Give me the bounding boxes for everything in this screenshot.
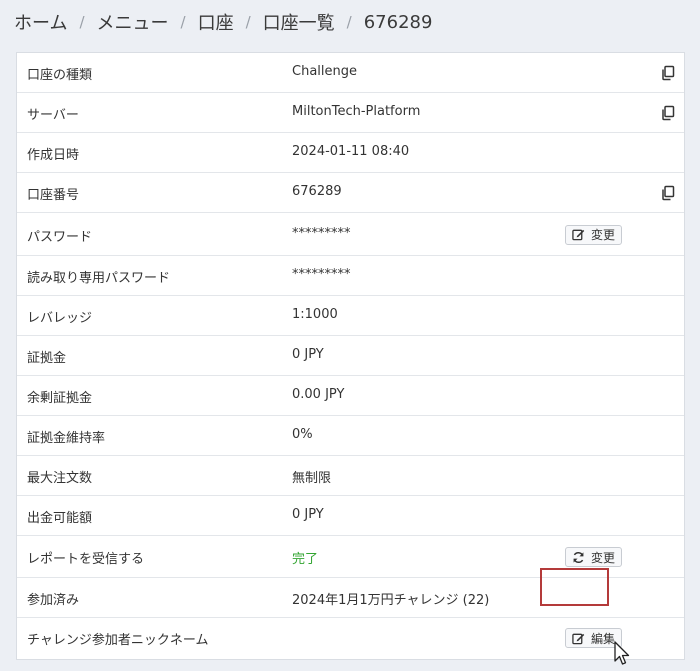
row-label: 口座番号 bbox=[27, 188, 80, 203]
breadcrumb-account-list[interactable]: 口座一覧 bbox=[263, 9, 335, 35]
row-value: 0 JPY bbox=[292, 507, 324, 522]
row-label: パスワード bbox=[27, 229, 93, 245]
breadcrumb-account[interactable]: 口座 bbox=[198, 9, 234, 35]
table-row: 出金可能額 0 JPY bbox=[17, 496, 684, 536]
breadcrumb-separator: / bbox=[180, 13, 186, 31]
table-row: 証拠金 0 JPY bbox=[17, 336, 684, 376]
table-row: 作成日時 2024-01-11 08:40 bbox=[17, 133, 684, 173]
row-label: 証拠金維持率 bbox=[27, 431, 106, 446]
table-row: サーバー MiltonTech-Platform bbox=[17, 93, 684, 133]
copy-icon[interactable] bbox=[660, 185, 676, 201]
change-button[interactable]: 変更 bbox=[565, 224, 623, 245]
row-value: ********* bbox=[292, 225, 351, 241]
row-label: レバレッジ bbox=[27, 311, 93, 326]
table-row: 証拠金維持率 0% bbox=[17, 416, 684, 456]
row-value: 0.00 JPY bbox=[292, 387, 345, 402]
table-row: 余剰証拠金 0.00 JPY bbox=[17, 376, 684, 416]
edit-icon bbox=[572, 228, 591, 241]
table-row: 口座の種類 Challenge bbox=[17, 53, 684, 93]
row-value: 完了 bbox=[292, 552, 319, 567]
row-label: 作成日時 bbox=[27, 148, 80, 163]
edit-icon bbox=[572, 632, 591, 645]
row-label: 出金可能額 bbox=[27, 511, 93, 526]
breadcrumb-menu[interactable]: メニュー bbox=[97, 9, 169, 35]
row-label: レポートを受信する bbox=[27, 552, 145, 567]
mouse-cursor-icon bbox=[614, 641, 630, 665]
breadcrumb-separator: / bbox=[245, 13, 251, 31]
row-value: 2024年1月1万円チャレンジ (22) bbox=[292, 593, 490, 608]
row-label: 証拠金 bbox=[27, 351, 67, 366]
button-label: 変更 bbox=[591, 550, 616, 565]
row-label: 読み取り専用パスワード bbox=[27, 271, 171, 286]
row-label: 口座の種類 bbox=[27, 68, 93, 83]
breadcrumb-separator: / bbox=[79, 13, 85, 31]
button-label: 編集 bbox=[591, 631, 616, 646]
table-row: 最大注文数 無制限 bbox=[17, 456, 684, 496]
row-label: サーバー bbox=[27, 108, 79, 123]
row-value: 1:1000 bbox=[292, 307, 338, 322]
row-value: 無制限 bbox=[292, 471, 332, 486]
table-row: レバレッジ 1:1000 bbox=[17, 296, 684, 336]
row-value: 2024-01-11 08:40 bbox=[292, 144, 410, 159]
row-label: 最大注文数 bbox=[27, 471, 93, 486]
copy-icon[interactable] bbox=[660, 65, 676, 81]
row-value: 0% bbox=[292, 427, 313, 442]
row-label: 参加済み bbox=[27, 593, 80, 608]
table-row: 読み取り専用パスワード ********* bbox=[17, 256, 684, 296]
copy-icon[interactable] bbox=[660, 105, 676, 121]
row-value: 676289 bbox=[292, 184, 342, 199]
table-row: パスワード ********* 変更 bbox=[17, 213, 684, 256]
row-label: チャレンジ参加者ニックネーム bbox=[27, 633, 209, 648]
breadcrumb-current: 676289 bbox=[363, 11, 433, 33]
breadcrumb-separator: / bbox=[346, 13, 352, 31]
row-value: MiltonTech-Platform bbox=[292, 104, 421, 119]
table-row: チャレンジ参加者ニックネーム 編集 bbox=[17, 618, 684, 658]
breadcrumb-home[interactable]: ホーム bbox=[14, 9, 67, 35]
breadcrumb: ホーム / メニュー / 口座 / 口座一覧 / 676289 bbox=[14, 8, 432, 36]
row-value: 0 JPY bbox=[292, 347, 324, 362]
refresh-icon bbox=[572, 551, 591, 564]
highlight-box bbox=[540, 568, 609, 606]
button-label: 変更 bbox=[591, 228, 616, 242]
row-value: ********* bbox=[292, 267, 351, 282]
table-row: 口座番号 676289 bbox=[17, 173, 684, 213]
row-label: 余剰証拠金 bbox=[27, 391, 93, 406]
change-button[interactable]: 変更 bbox=[565, 547, 623, 567]
row-value: Challenge bbox=[292, 64, 357, 79]
